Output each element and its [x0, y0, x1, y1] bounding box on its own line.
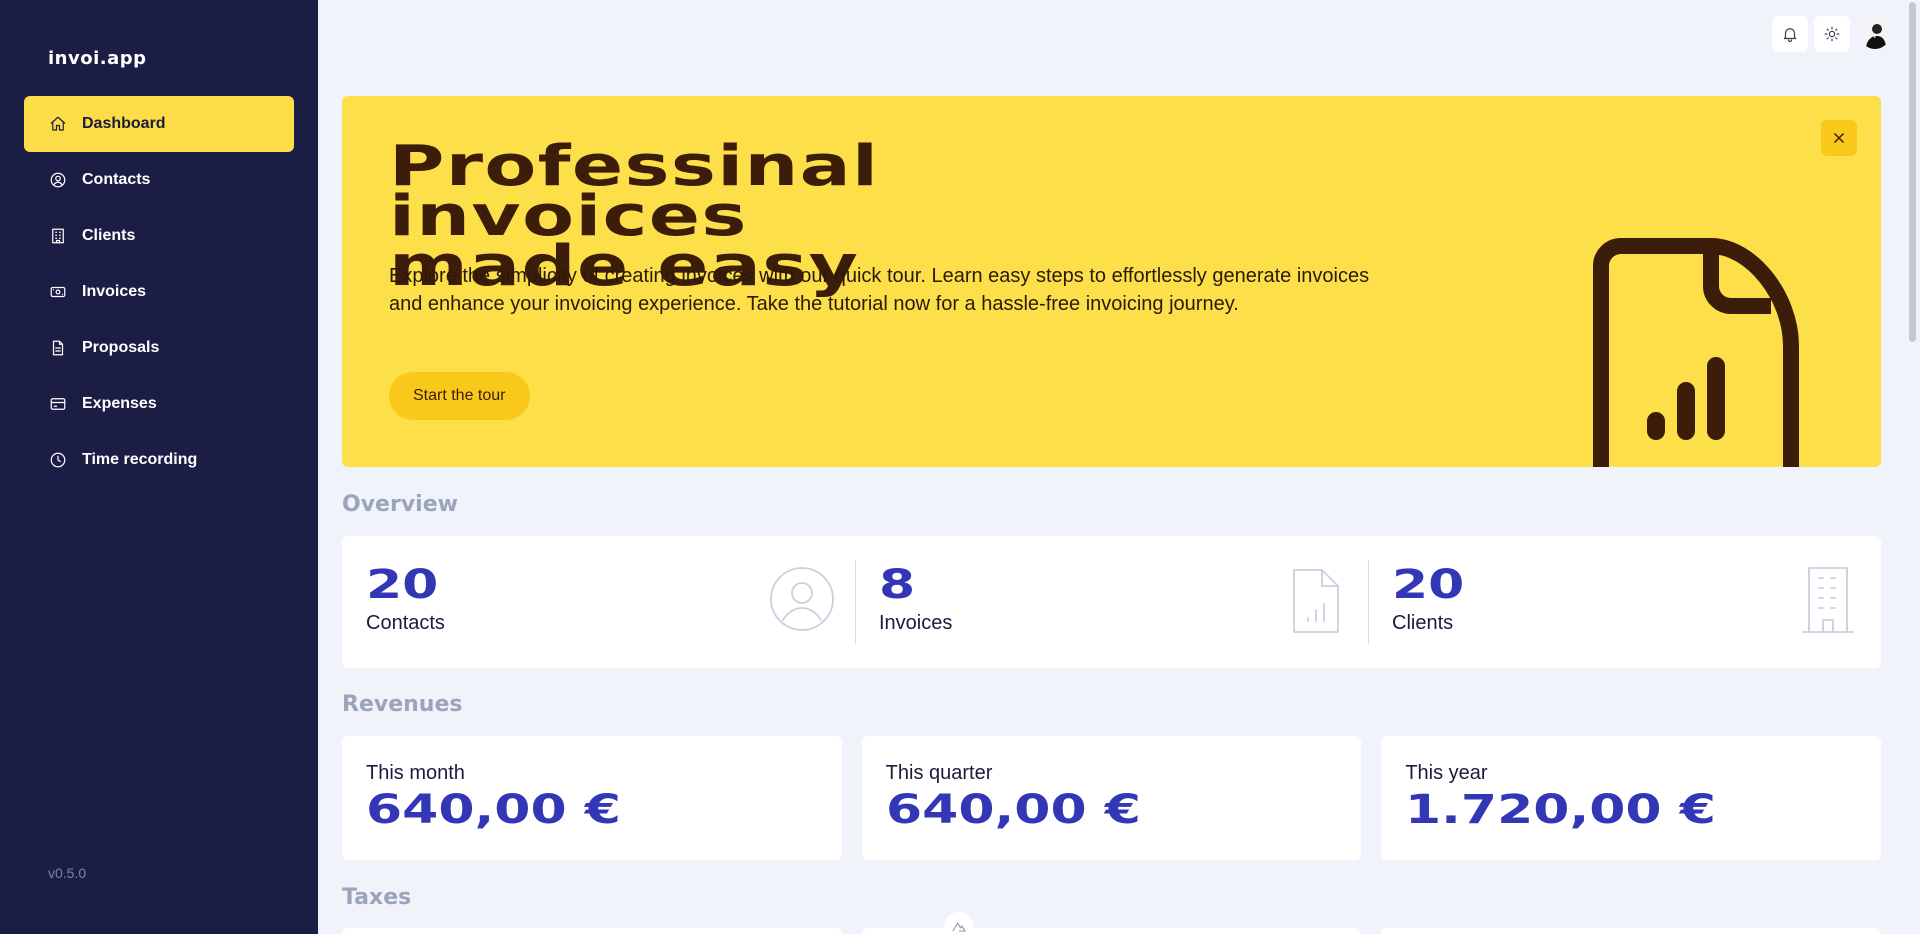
app-logo[interactable]: invoi.app	[48, 48, 147, 69]
revenues-row: This month 640,00 € This quarter 640,00 …	[342, 736, 1882, 860]
revenue-label: This quarter	[885, 762, 993, 784]
user-circle-icon	[767, 564, 837, 634]
revenue-value: 640,00 €	[885, 787, 1141, 833]
sidebar-item-proposals[interactable]: Proposals	[24, 320, 294, 376]
revenues-title: Revenues	[342, 692, 463, 717]
document-chart-illustration	[1593, 238, 1799, 467]
theme-toggle-button[interactable]	[1814, 16, 1850, 52]
stat-clients[interactable]: 20 Clients	[1368, 536, 1881, 668]
scrollbar[interactable]	[1906, 0, 1918, 934]
sidebar-item-time-recording[interactable]: Time recording	[24, 432, 294, 488]
building-icon	[1793, 564, 1863, 634]
notifications-button[interactable]	[1772, 16, 1808, 52]
banner-title-line1: Professinal invoices	[389, 134, 880, 249]
revenue-value: 1.720,00 €	[1405, 787, 1717, 833]
banner-text: Explore the simplicity of creating invoi…	[389, 265, 1370, 315]
document-chart-icon	[1280, 564, 1350, 634]
bell-icon	[1783, 28, 1797, 43]
revenue-month-card: This month 640,00 €	[342, 736, 842, 860]
taxes-title: Taxes	[342, 885, 412, 910]
overview-card: 20 Contacts 8 Invoices 20 Clients	[342, 536, 1881, 668]
sun-icon	[1824, 26, 1840, 42]
start-tour-button[interactable]: Start the tour	[389, 372, 530, 420]
stat-label: Clients	[1392, 612, 1454, 634]
sidebar-item-expenses[interactable]: Expenses	[24, 376, 294, 432]
app-version: v0.5.0	[48, 865, 87, 881]
credit-card-icon	[48, 394, 68, 414]
avatar[interactable]	[1860, 19, 1890, 49]
close-icon	[1833, 132, 1845, 144]
sidebar-item-contacts[interactable]: Contacts	[24, 152, 294, 208]
close-banner-button[interactable]	[1821, 120, 1857, 156]
sidebar-item-label: Time recording	[82, 451, 198, 468]
stat-value: 20	[366, 562, 439, 608]
sidebar-item-label: Expenses	[82, 395, 157, 412]
sidebar-item-label: Dashboard	[82, 115, 166, 132]
sidebar-nav: Dashboard Contacts Clients Invoices Prop…	[24, 96, 294, 488]
stat-label: Contacts	[366, 612, 445, 634]
sidebar-item-dashboard[interactable]: Dashboard	[24, 96, 294, 152]
building-icon	[48, 226, 68, 246]
devtools-button[interactable]	[944, 912, 974, 934]
sidebar-item-label: Clients	[82, 227, 136, 244]
user-circle-icon	[48, 170, 68, 190]
stat-contacts[interactable]: 20 Contacts	[342, 536, 855, 668]
tax-card	[861, 928, 1362, 934]
taxes-row	[342, 928, 1882, 934]
clock-icon	[48, 450, 68, 470]
stat-invoices[interactable]: 8 Invoices	[855, 536, 1368, 668]
topbar	[1772, 16, 1890, 52]
revenue-value: 640,00 €	[366, 787, 621, 833]
document-icon	[48, 338, 68, 358]
sidebar-item-invoices[interactable]: Invoices	[24, 264, 294, 320]
sidebar-item-label: Proposals	[82, 339, 160, 356]
sidebar-item-clients[interactable]: Clients	[24, 208, 294, 264]
nuxt-icon	[952, 921, 966, 932]
tax-card	[1381, 928, 1882, 934]
revenue-year-card: This year 1.720,00 €	[1381, 736, 1882, 860]
tax-card	[342, 928, 842, 934]
revenue-quarter-card: This quarter 640,00 €	[861, 736, 1362, 860]
home-icon	[48, 114, 68, 134]
stat-value: 20	[1392, 562, 1465, 608]
stat-label: Invoices	[879, 612, 953, 634]
scrollbar-thumb[interactable]	[1909, 2, 1916, 342]
revenue-label: This year	[1405, 762, 1488, 784]
avatar-image	[1860, 19, 1890, 49]
overview-title: Overview	[342, 492, 458, 517]
sidebar: invoi.app Dashboard Contacts Clients Inv…	[0, 0, 318, 934]
money-icon	[48, 282, 68, 302]
tour-banner: Professinal invoices made easy Explore t…	[342, 96, 1881, 467]
sidebar-item-label: Contacts	[82, 171, 151, 188]
sidebar-item-label: Invoices	[82, 283, 147, 300]
stat-value: 8	[879, 562, 916, 608]
revenue-label: This month	[366, 762, 465, 784]
